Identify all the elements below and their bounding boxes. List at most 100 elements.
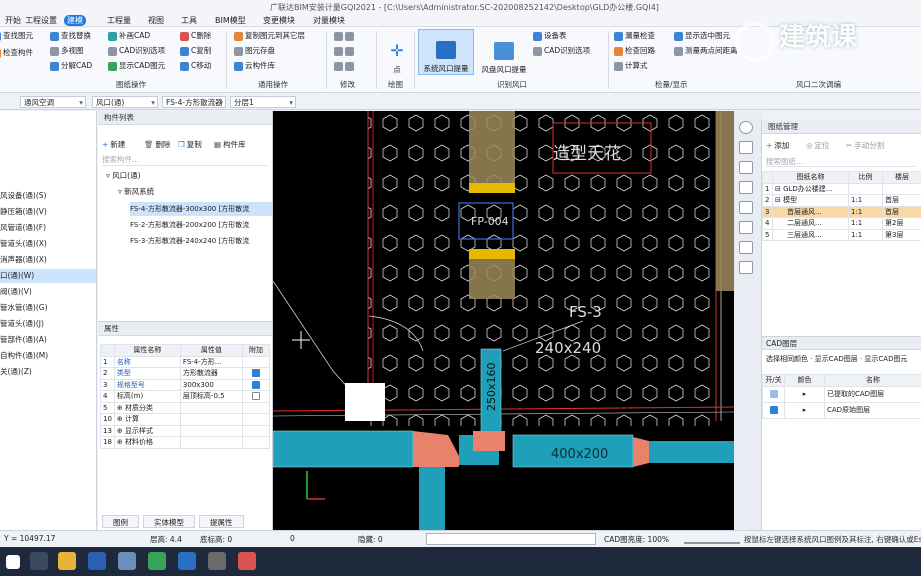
view-iso-icon[interactable] (739, 221, 753, 234)
tree-item[interactable]: 管道头(通)(X) (0, 237, 96, 251)
app-icon[interactable] (208, 552, 226, 570)
zoom-extents-icon[interactable] (739, 261, 753, 274)
view-top-icon[interactable] (739, 161, 753, 174)
recorder-icon[interactable] (238, 552, 256, 570)
cloud-lib-btn[interactable]: 云构件库 (234, 60, 275, 72)
copy-to-layer-btn[interactable]: 复制图元到其它层 (234, 30, 305, 42)
tree-item[interactable]: 管水管(通)(G) (0, 301, 96, 315)
orbit-icon[interactable] (739, 121, 753, 134)
c-move-btn[interactable]: C移动 (180, 60, 211, 72)
add-checkbox[interactable] (251, 369, 260, 378)
tree-item[interactable]: 消声器(通)(X) (0, 253, 96, 267)
view-front-icon[interactable] (739, 181, 753, 194)
menu-project-settings[interactable]: 工程设置 (22, 15, 60, 26)
component-search-input[interactable]: 搜索构件... (102, 154, 267, 166)
layer-toggle[interactable] (769, 390, 778, 398)
tree-item[interactable]: 阀(通)(V) (0, 285, 96, 299)
leak-check-btn[interactable]: 漏量检查 (614, 30, 655, 42)
folder-icon[interactable] (58, 552, 76, 570)
tree-item[interactable]: 风管道(通)(F) (0, 221, 96, 235)
delete-component-button[interactable]: 🗑 删除 (144, 139, 171, 151)
show-cad-btn[interactable]: 显示CAD图元 (108, 60, 165, 72)
menu-compare[interactable]: 对量模块 (310, 15, 348, 26)
view-cube-icon[interactable] (739, 141, 753, 154)
table-row[interactable]: 1 ⊟ GLD办公楼建... (762, 182, 921, 195)
table-row[interactable]: 4 二层通风... 1:1 第2层 (762, 217, 921, 230)
c-delete-btn[interactable]: C删除 (180, 30, 211, 42)
formula-btn[interactable]: 计算式 (614, 60, 648, 72)
cad-recognize-option-btn[interactable]: CAD识别选项 (533, 45, 590, 57)
menu-change[interactable]: 变更模块 (260, 15, 298, 26)
expand-icon[interactable]: ▸ (784, 401, 825, 419)
prop-group[interactable]: ⊕ 显示样式 (113, 424, 181, 437)
menu-bim[interactable]: BIM模型 (212, 15, 249, 26)
fancoil-outlet-extract-button[interactable]: 风盘风口提量 (478, 29, 530, 75)
snap-toolbar[interactable] (426, 533, 596, 545)
find-element-btn[interactable]: 查找图元 (0, 30, 33, 42)
menu-quantity[interactable]: 工程量 (104, 15, 134, 26)
prop-value[interactable]: 300x300 (179, 378, 243, 391)
gqi-app-icon[interactable] (118, 552, 136, 570)
table-row-selected[interactable]: 3 首层通风... 1:1 首层 (762, 205, 921, 218)
modify-delete-btn[interactable] (334, 60, 354, 72)
point-draw-button[interactable]: ✛ 点 (382, 29, 412, 75)
prop-value[interactable]: 层顶标高-0.5 (179, 390, 243, 403)
add-checkbox[interactable] (251, 392, 260, 401)
equipment-table-btn[interactable]: 设备表 (533, 30, 567, 42)
component-library-button[interactable]: ▦ 构件库 (214, 139, 246, 151)
floor-select[interactable]: 分层1 (230, 96, 296, 109)
multi-view-btn[interactable]: 多视图 (50, 45, 84, 57)
type-select[interactable]: 风口(通) (92, 96, 158, 109)
fill-cad-btn[interactable]: 补画CAD (108, 30, 150, 42)
prop-group[interactable]: ⊕ 材质分类 (113, 401, 181, 414)
prop-group[interactable]: ⊕ 材料价格 (113, 436, 181, 449)
tree-item[interactable]: 关(通)(Z) (0, 365, 96, 379)
component-select[interactable]: FS-4-方形散流器 (162, 96, 226, 109)
component-item[interactable]: FS-2-方形散流器-200x200 [方形散流 (130, 218, 272, 232)
expand-icon[interactable]: ▸ (784, 385, 825, 403)
system-outlet-extract-button[interactable]: 系统风口提量 (418, 29, 474, 75)
cad-options-btn[interactable]: CAD识别选项 (108, 45, 165, 57)
tree-item-outlet[interactable]: 口(通)(W) (0, 269, 96, 283)
camtasia-icon[interactable] (148, 552, 166, 570)
drawing-canvas[interactable]: 造型天花 FP-004 FS-3 240x240 250x160 400x200 (273, 111, 734, 530)
measure-distance-btn[interactable]: 测量两点间距离 (674, 45, 738, 57)
show-selected-btn[interactable]: 显示选中图元 (674, 30, 730, 42)
word-icon[interactable] (88, 552, 106, 570)
component-item[interactable]: FS-3-方形散流器-240x240 [方形散流 (130, 234, 272, 248)
cad-layer-filter[interactable]: 选择相同颜色 · 显示CAD图层 · 显示CAD图元 (766, 354, 907, 364)
locate-button[interactable]: ◎ 定位 (806, 140, 830, 152)
start-icon[interactable] (6, 555, 20, 569)
table-row[interactable]: 2 ⊟ 模型 1:1 首层 (762, 194, 921, 207)
view-3d-icon[interactable] (739, 241, 753, 254)
app-a-icon[interactable] (178, 552, 196, 570)
prop-value[interactable]: 方形散流器 (179, 367, 243, 380)
new-component-button[interactable]: + 新建 (102, 139, 125, 151)
tree-item[interactable]: 管道头(通)(J) (0, 317, 96, 331)
tree-child[interactable]: ▿ 新风系统 (118, 186, 154, 197)
prop-value[interactable]: FS-4-方形... (179, 355, 243, 368)
explode-cad-btn[interactable]: 分解CAD (50, 60, 92, 72)
prop-group[interactable]: ⊕ 计算 (113, 413, 181, 426)
modify-move-btn[interactable] (334, 30, 354, 42)
menu-modeling[interactable]: 建模 (64, 15, 86, 26)
tree-item[interactable]: 风设备(通)(S) (0, 189, 96, 203)
search-icon[interactable] (30, 552, 48, 570)
find-replace-btn[interactable]: 查找替换 (50, 30, 91, 42)
tab-legend[interactable]: 图例 (102, 515, 139, 528)
add-drawing-button[interactable]: + 添加 (766, 140, 789, 152)
view-side-icon[interactable] (739, 201, 753, 214)
tab-solid-model[interactable]: 实体模型 (143, 515, 195, 528)
table-row[interactable]: 5 三层通风... 1:1 第3层 (762, 228, 921, 241)
tree-item[interactable]: 管部件(通)(A) (0, 333, 96, 347)
system-select[interactable]: 通风空调 (20, 96, 86, 109)
c-copy-btn[interactable]: C复制 (180, 45, 211, 57)
drawing-search-input[interactable]: 搜索图纸... (766, 156, 916, 167)
copy-component-button[interactable]: ❐ 复制 (178, 139, 202, 151)
menu-view[interactable]: 视图 (145, 15, 167, 26)
tree-item[interactable]: 静压箱(通)(V) (0, 205, 96, 219)
check-comp-btn[interactable]: 检查构件 (0, 47, 33, 59)
component-item-selected[interactable]: FS-4-方形散流器-300x300 [方形散流 (130, 202, 272, 216)
manual-split-button[interactable]: ✂ 手动分割 (846, 140, 884, 152)
tree-item[interactable]: 自构件(通)(M) (0, 349, 96, 363)
